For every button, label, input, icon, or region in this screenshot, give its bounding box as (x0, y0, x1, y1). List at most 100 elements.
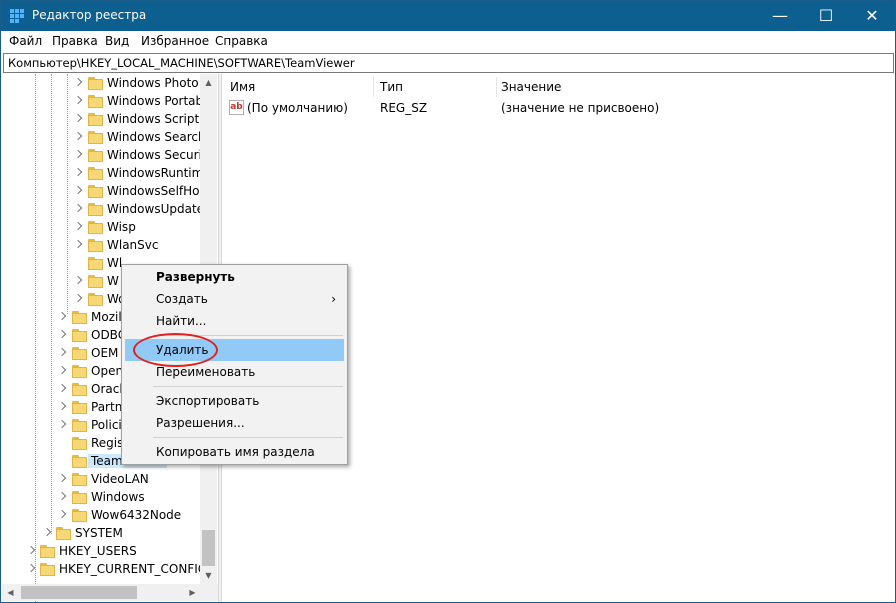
scroll-down-arrow-icon[interactable]: ▼ (200, 567, 217, 584)
menu-help[interactable]: Справка (215, 34, 268, 48)
scroll-thumb[interactable] (202, 530, 215, 566)
maximize-button[interactable]: ☐ (803, 1, 849, 31)
menu-edit[interactable]: Правка (52, 34, 98, 48)
chevron-right-icon[interactable] (57, 509, 67, 519)
title-bar[interactable]: Редактор реестра — ☐ ✕ (1, 1, 895, 31)
chevron-right-icon[interactable] (73, 167, 83, 177)
tree-item-label: Open (91, 364, 124, 378)
tree-item[interactable]: HKEY_USERS (2, 543, 202, 561)
tree-item-label: HKEY_USERS (59, 544, 137, 558)
chevron-right-icon[interactable] (73, 203, 83, 213)
tree-item-label: Windows (91, 490, 145, 504)
scroll-right-arrow-icon[interactable]: ▶ (184, 584, 201, 601)
chevron-right-icon[interactable] (73, 185, 83, 195)
context-menu-item-label: Разрешения... (156, 416, 245, 430)
chevron-right-icon[interactable] (73, 77, 83, 87)
tree-item-label: W (107, 274, 119, 288)
column-divider[interactable] (496, 77, 497, 97)
string-value-icon: ab (229, 100, 244, 115)
tree-item-label: VideoLAN (91, 472, 149, 486)
chevron-right-icon[interactable] (57, 473, 67, 483)
tree-item-label: Polici (91, 418, 122, 432)
tree-item[interactable]: VideoLAN (2, 471, 202, 489)
value-type[interactable]: REG_SZ (380, 101, 427, 115)
folder-icon (72, 419, 87, 433)
chevron-right-icon[interactable] (73, 293, 83, 303)
scroll-left-arrow-icon[interactable]: ◀ (2, 584, 19, 601)
context-menu-item[interactable]: Копировать имя раздела (125, 441, 344, 463)
tree-item-label: Windows Photo V (107, 76, 211, 90)
tree-item[interactable]: Wisp (2, 219, 202, 237)
menu-favorites[interactable]: Избранное (141, 34, 209, 48)
tree-item[interactable]: WlanSvc (2, 237, 202, 255)
chevron-right-icon[interactable] (73, 275, 83, 285)
menu-file[interactable]: Файл (9, 34, 42, 48)
chevron-right-icon[interactable] (73, 95, 83, 105)
column-header-type[interactable]: Тип (380, 78, 403, 98)
tree-item[interactable]: Wow6432Node (2, 507, 202, 525)
chevron-right-icon[interactable] (73, 239, 83, 249)
chevron-right-icon[interactable] (73, 113, 83, 123)
context-menu-item[interactable]: Развернуть (125, 266, 344, 288)
chevron-right-icon[interactable] (57, 365, 67, 375)
folder-icon (88, 239, 103, 253)
folder-icon (72, 437, 87, 451)
chevron-right-icon[interactable] (57, 401, 67, 411)
folder-icon (88, 293, 103, 307)
chevron-right-icon[interactable] (57, 383, 67, 393)
tree-item[interactable]: Windows Search (2, 129, 206, 147)
context-menu-item[interactable]: Экспортировать (125, 390, 344, 412)
column-divider[interactable] (373, 77, 374, 97)
chevron-right-icon[interactable] (42, 527, 52, 537)
chevron-right-icon[interactable] (57, 329, 67, 339)
chevron-right-icon[interactable] (57, 311, 67, 321)
folder-icon (88, 257, 103, 271)
chevron-right-icon[interactable] (26, 563, 36, 573)
chevron-right-icon[interactable] (57, 491, 67, 501)
tree-item-label: Windows Script H (107, 112, 213, 126)
value-data[interactable]: (значение не присвоено) (501, 101, 659, 115)
chevron-right-icon[interactable] (73, 149, 83, 159)
tree-item-label: OEM (91, 346, 119, 360)
chevron-right-icon[interactable] (73, 131, 83, 141)
tree-item[interactable]: Windows (2, 489, 202, 507)
tree-item[interactable]: WindowsUpdate (2, 201, 204, 219)
context-menu-item-label: Копировать имя раздела (156, 445, 315, 459)
folder-icon (88, 203, 103, 217)
minimize-button[interactable]: — (757, 1, 803, 31)
chevron-right-icon[interactable] (57, 347, 67, 357)
chevron-right-icon[interactable] (26, 545, 36, 555)
close-button[interactable]: ✕ (849, 1, 895, 31)
address-bar[interactable]: Компьютер\HKEY_LOCAL_MACHINE\SOFTWARE\Te… (3, 53, 894, 73)
value-name[interactable]: (По умолчанию) (247, 101, 348, 115)
tree-item[interactable]: Windows Script H (2, 111, 212, 129)
tree-item[interactable]: Windows Photo V (2, 75, 211, 93)
column-header-value[interactable]: Значение (501, 78, 561, 98)
tree-item[interactable]: Windows Security (2, 147, 214, 165)
tree-item[interactable]: HKEY_CURRENT_CONFIG (2, 561, 207, 579)
tree-horizontal-scrollbar[interactable]: ◀ ▶ (2, 584, 218, 601)
tree-item-label: Wisp (107, 220, 136, 234)
tree-item-label: Wl (107, 256, 123, 270)
tree-item[interactable]: WindowsSelfHost (2, 183, 210, 201)
menu-view[interactable]: Вид (105, 34, 129, 48)
chevron-right-icon[interactable] (57, 419, 67, 429)
chevron-right-icon[interactable] (73, 221, 83, 231)
tree-item-label: SYSTEM (75, 526, 123, 540)
column-header-name[interactable]: Имя (230, 78, 255, 98)
context-menu-item-label: Переименовать (156, 365, 256, 379)
folder-icon (72, 491, 87, 505)
folder-icon (72, 347, 87, 361)
scroll-up-arrow-icon[interactable]: ▲ (200, 74, 217, 91)
context-menu-item[interactable]: Разрешения... (125, 412, 344, 434)
folder-icon (56, 527, 71, 541)
tree-item[interactable]: WindowsRuntime (2, 165, 211, 183)
tree-item-label: Windows Portabl (107, 94, 207, 108)
folder-icon (72, 383, 87, 397)
horizontal-scroll-thumb[interactable] (21, 586, 137, 599)
context-menu-item[interactable]: Найти... (125, 310, 344, 332)
tree-item-label: WindowsSelfHost (107, 184, 211, 198)
tree-item[interactable]: Windows Portabl (2, 93, 206, 111)
tree-item[interactable]: SYSTEM (2, 525, 202, 543)
context-menu-item[interactable]: Создать › (125, 288, 344, 310)
